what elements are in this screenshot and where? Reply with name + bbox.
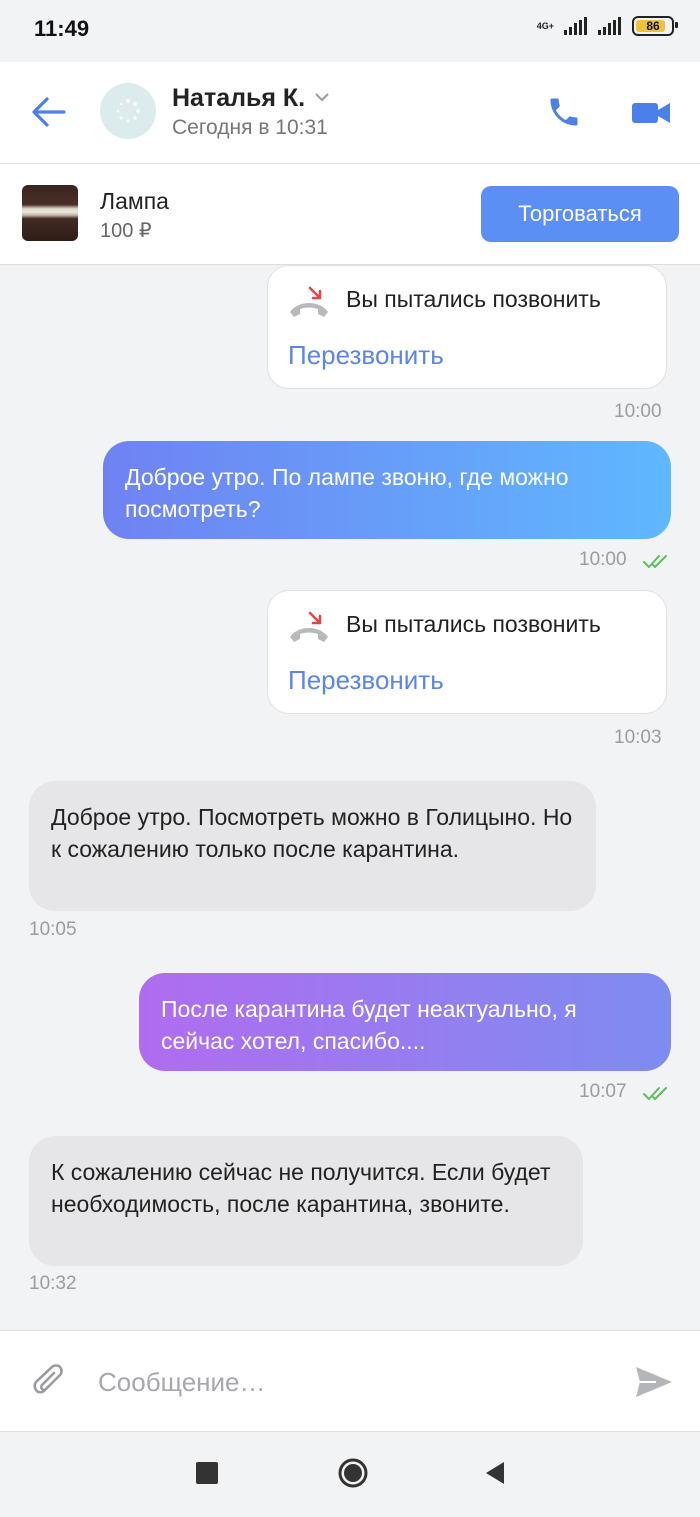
back-arrow-icon[interactable] <box>30 94 70 130</box>
product-price: 100 ₽ <box>100 220 152 242</box>
incoming-message[interactable]: К сожалению сейчас не получится. Если бу… <box>29 1136 583 1266</box>
read-checkmarks-icon <box>643 555 667 568</box>
message-list[interactable]: Вы пытались позвонить Перезвонить 10:00 … <box>0 265 700 1329</box>
home-icon[interactable] <box>337 1457 369 1489</box>
bargain-button[interactable]: Торговаться <box>481 186 679 242</box>
contact-name[interactable]: Наталья К. <box>172 84 305 113</box>
missed-call-text: Вы пытались позвонить <box>346 611 601 637</box>
last-seen: Сегодня в 10:31 <box>172 116 328 139</box>
video-camera-icon[interactable] <box>630 98 672 128</box>
message-input[interactable] <box>96 1357 600 1407</box>
status-time: 11:49 <box>34 16 90 41</box>
avatar[interactable] <box>100 83 156 139</box>
chevron-down-icon[interactable] <box>315 92 329 102</box>
phone-icon[interactable] <box>546 94 582 130</box>
message-time: 10:32 <box>29 1273 77 1294</box>
outgoing-message[interactable]: После карантина будет неактуально, я сей… <box>139 973 671 1071</box>
incoming-message[interactable]: Доброе утро. Посмотреть можно в Голицыно… <box>29 781 596 911</box>
missed-call-card: Вы пытались позвонить Перезвонить <box>267 265 667 389</box>
back-triangle-icon[interactable] <box>484 1461 506 1485</box>
paperclip-icon[interactable] <box>32 1363 68 1403</box>
missed-call-card: Вы пытались позвонить Перезвонить <box>267 590 667 714</box>
missed-call-text: Вы пытались позвонить <box>346 286 601 312</box>
loading-spinner-icon <box>116 99 140 123</box>
battery-icon: 86 <box>632 16 678 36</box>
signal-icon <box>564 17 587 35</box>
message-time: 10:00 <box>579 549 627 570</box>
network-type: 4G+ <box>536 21 554 31</box>
status-bar: 11:49 4G+ 86 <box>0 0 700 62</box>
missed-call-icon <box>290 611 328 642</box>
chat-header: Наталья К. Сегодня в 10:31 <box>0 62 700 164</box>
missed-call-icon <box>290 286 328 317</box>
read-checkmarks-icon <box>643 1087 667 1100</box>
call-back-link[interactable]: Перезвонить <box>288 340 444 371</box>
product-thumbnail[interactable] <box>22 185 78 241</box>
outgoing-message[interactable]: Доброе утро. По лампе звоню, где можно п… <box>103 441 671 539</box>
send-icon[interactable] <box>634 1365 674 1399</box>
status-indicators: 4G+ 86 <box>536 16 678 36</box>
recent-apps-icon[interactable] <box>196 1462 218 1484</box>
battery-tip <box>675 22 678 28</box>
signal-icon-2 <box>598 17 621 35</box>
listing-bar: Лампа 100 ₽ Торговаться <box>0 164 700 265</box>
message-time: 10:07 <box>579 1081 627 1102</box>
message-composer <box>0 1330 700 1431</box>
message-time: 10:05 <box>29 919 77 940</box>
call-back-link[interactable]: Перезвонить <box>288 665 444 696</box>
message-time: 10:00 <box>614 401 662 422</box>
message-time: 10:03 <box>614 727 662 748</box>
product-title[interactable]: Лампа <box>100 188 169 215</box>
battery-level: 86 <box>646 19 660 33</box>
system-navigation-bar <box>0 1431 700 1517</box>
